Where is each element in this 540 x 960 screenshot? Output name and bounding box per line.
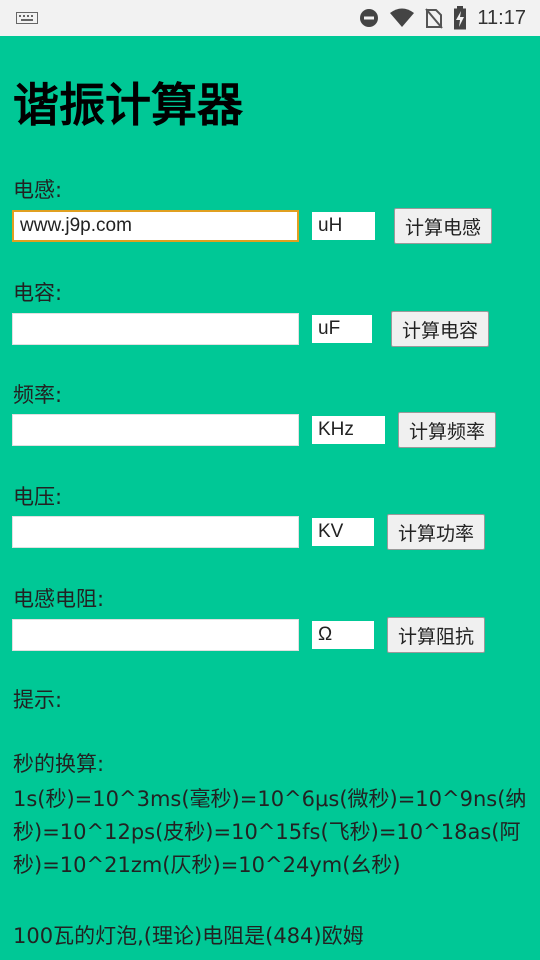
wifi-icon	[390, 8, 415, 27]
frequency-input[interactable]	[12, 414, 299, 446]
page-title: 谐振计算器	[13, 79, 243, 131]
voltage-row: KV 计算功率	[12, 514, 486, 550]
inductor-resistance-label: 电感电阻:	[13, 587, 105, 611]
calc-impedance-button[interactable]: 计算阻抗	[387, 617, 486, 653]
status-clock: 11:17	[477, 6, 526, 29]
tips-heading: 提示:	[13, 688, 63, 712]
voltage-label: 电压:	[13, 485, 63, 509]
inductance-input[interactable]	[12, 210, 299, 242]
calc-frequency-button[interactable]: 计算频率	[398, 412, 497, 448]
capacitance-label: 电容:	[13, 281, 63, 305]
inductance-row: uH 计算电感	[12, 208, 493, 244]
time-conversion-text: 1s(秒)=10^3ms(毫秒)=10^6μs(微秒)=10^9ns(纳秒)=1…	[13, 787, 527, 877]
capacitance-row: uF 计算电容	[12, 311, 490, 347]
inductor-resistance-input[interactable]	[12, 619, 299, 651]
calc-capacitance-button[interactable]: 计算电容	[391, 311, 490, 347]
calc-power-button[interactable]: 计算功率	[387, 514, 486, 550]
capacitance-input[interactable]	[12, 313, 299, 345]
do-not-disturb-icon	[360, 9, 379, 27]
capacitance-unit: uF	[312, 315, 372, 343]
voltage-unit: KV	[312, 518, 374, 546]
inductance-label: 电感:	[13, 178, 63, 202]
frequency-row: KHz 计算频率	[12, 412, 497, 448]
time-conversion-title: 秒的换算:	[13, 752, 105, 776]
inductor-resistance-row: Ω 计算阻抗	[12, 617, 486, 653]
inductance-unit: uH	[312, 212, 375, 240]
inductor-resistance-unit: Ω	[312, 621, 374, 649]
voltage-input[interactable]	[12, 516, 299, 548]
bulb-resistance-text: 100瓦的灯泡,(理论)电阻是(484)欧姆	[13, 924, 364, 948]
status-bar: 11:17	[0, 0, 540, 36]
calc-inductance-button[interactable]: 计算电感	[394, 208, 493, 244]
keyboard-icon	[16, 12, 38, 24]
frequency-label: 频率:	[13, 383, 63, 407]
frequency-unit: KHz	[312, 416, 385, 444]
no-sim-icon	[425, 8, 444, 29]
battery-charging-icon	[454, 6, 467, 30]
